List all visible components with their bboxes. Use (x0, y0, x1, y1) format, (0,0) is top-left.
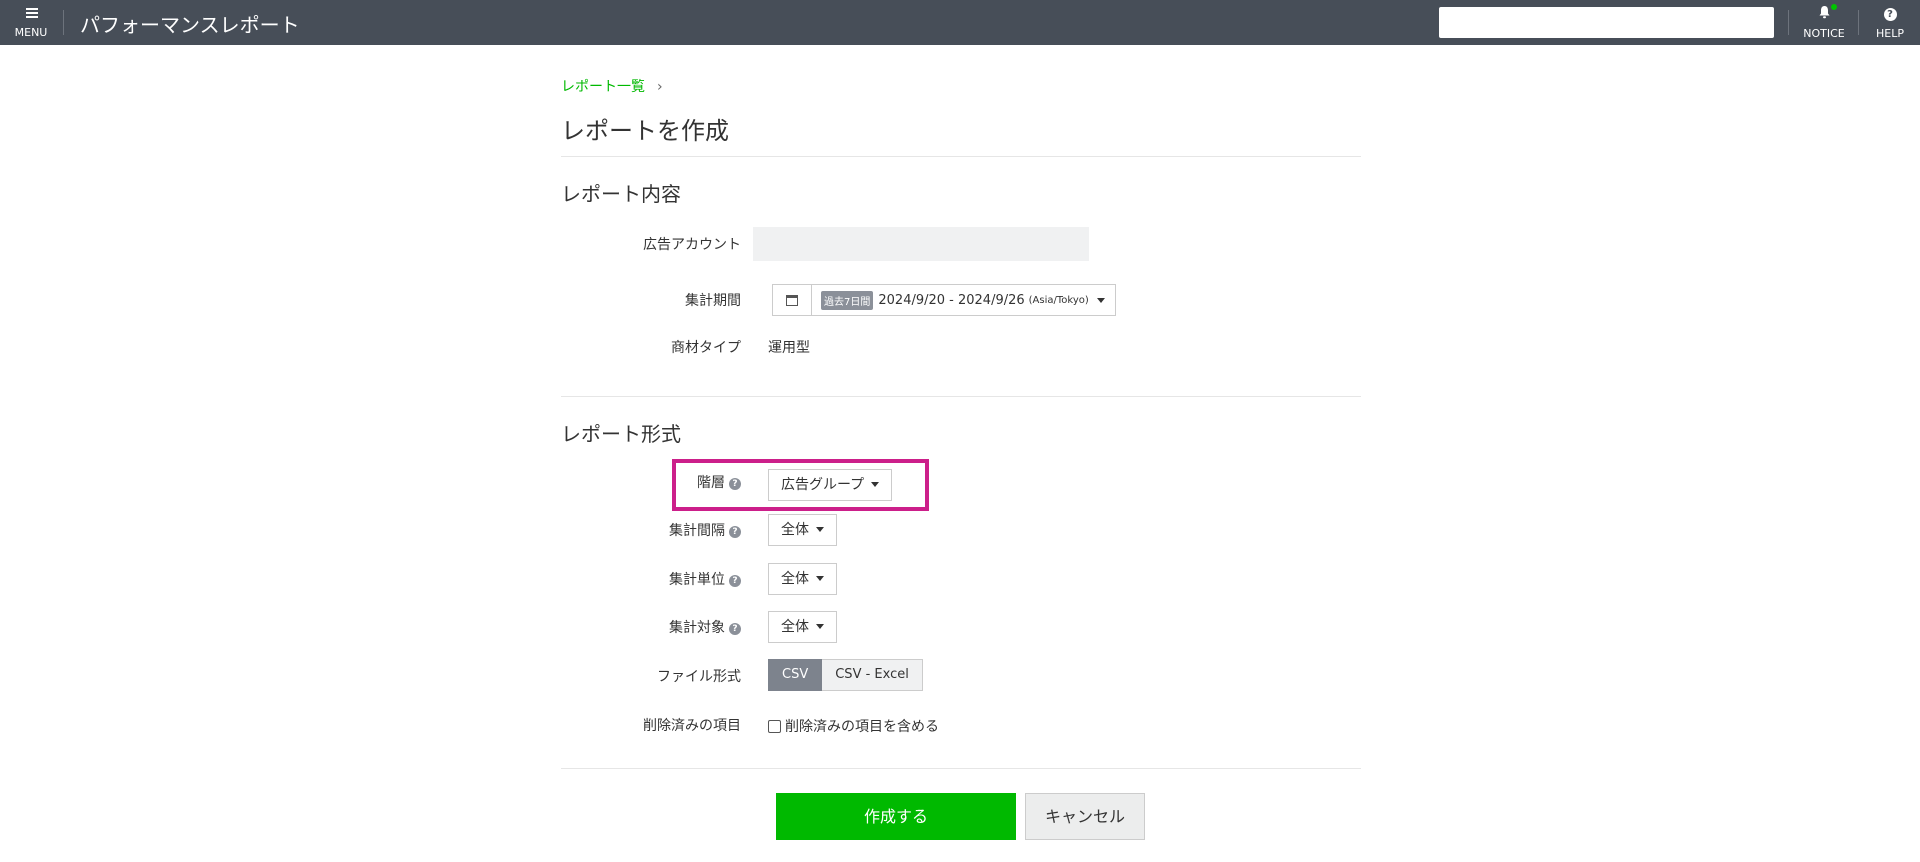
notice-button[interactable]: NOTICE (1798, 0, 1850, 45)
divider (561, 396, 1361, 397)
breadcrumb-link-report-list[interactable]: レポート一覧 (561, 79, 645, 95)
notice-dot (1831, 4, 1837, 10)
help-icon[interactable]: ? (729, 526, 741, 538)
level-label: 階層? (561, 472, 741, 492)
top-bar: MENU パフォーマンスレポート NOTICE ? HELP (0, 0, 1920, 45)
material-type-value: 運用型 (768, 340, 810, 356)
section-title-report-content: レポート内容 (561, 182, 681, 206)
topbar-divider (63, 10, 64, 35)
period-label: 集計期間 (685, 293, 741, 309)
caret-down-icon (871, 482, 880, 487)
divider (561, 768, 1361, 769)
help-icon: ? (1866, 5, 1914, 21)
include-deleted-label: 削除済みの項目を含める (785, 719, 939, 735)
page-title: レポートを作成 (561, 117, 729, 145)
ad-account-field[interactable] (753, 227, 1089, 261)
caret-down-icon (816, 527, 824, 532)
date-range-picker[interactable]: 過去7日間 2024/9/20 - 2024/9/26 (Asia/Tokyo) (772, 284, 1116, 316)
include-deleted-checkbox[interactable]: 削除済みの項目を含める (768, 716, 939, 736)
account-label: 広告アカウント (643, 237, 741, 253)
level-dropdown[interactable]: 広告グループ (768, 469, 893, 501)
topbar-divider (1858, 10, 1859, 35)
divider (561, 156, 1361, 157)
interval-label: 集計間隔? (561, 520, 741, 540)
hamburger-icon (26, 8, 38, 20)
file-format-toggle: CSV CSV - Excel (768, 659, 923, 691)
unit-dropdown[interactable]: 全体 (768, 563, 837, 595)
file-format-csv[interactable]: CSV (768, 659, 823, 691)
help-icon[interactable]: ? (729, 478, 741, 490)
help-icon[interactable]: ? (729, 623, 741, 635)
period-preset-badge: 過去7日間 (821, 290, 874, 310)
help-label: HELP (1876, 27, 1904, 40)
target-label: 集計対象? (561, 617, 741, 637)
period-timezone: (Asia/Tokyo) (1028, 294, 1089, 306)
menu-label: MENU (14, 26, 48, 39)
file-format-label: ファイル形式 (657, 669, 741, 685)
period-range: 2024/9/20 - 2024/9/26 (878, 292, 1025, 308)
deleted-items-label: 削除済みの項目 (643, 718, 741, 734)
section-title-report-format: レポート形式 (561, 422, 681, 446)
topbar-divider (1788, 10, 1789, 35)
file-format-csv-excel[interactable]: CSV - Excel (822, 659, 923, 691)
caret-down-icon (816, 624, 824, 629)
interval-dropdown[interactable]: 全体 (768, 514, 837, 546)
help-button[interactable]: ? HELP (1866, 0, 1914, 45)
breadcrumb: レポート一覧 › (561, 76, 663, 96)
calendar-icon (773, 285, 812, 315)
menu-button[interactable]: MENU (0, 0, 62, 45)
caret-down-icon (1096, 297, 1105, 303)
material-type-label: 商材タイプ (671, 340, 741, 356)
unit-label: 集計単位? (561, 569, 741, 589)
cancel-button[interactable]: キャンセル (1025, 793, 1145, 840)
caret-down-icon (816, 576, 824, 581)
create-button[interactable]: 作成する (776, 793, 1016, 840)
checkbox-box[interactable] (768, 719, 781, 733)
chevron-right-icon: › (657, 79, 663, 95)
app-title: パフォーマンスレポート (80, 13, 300, 37)
help-icon[interactable]: ? (729, 575, 741, 587)
top-search-input[interactable] (1439, 7, 1774, 38)
bell-icon (1798, 5, 1850, 23)
target-dropdown[interactable]: 全体 (768, 611, 837, 643)
notice-label: NOTICE (1803, 27, 1845, 40)
